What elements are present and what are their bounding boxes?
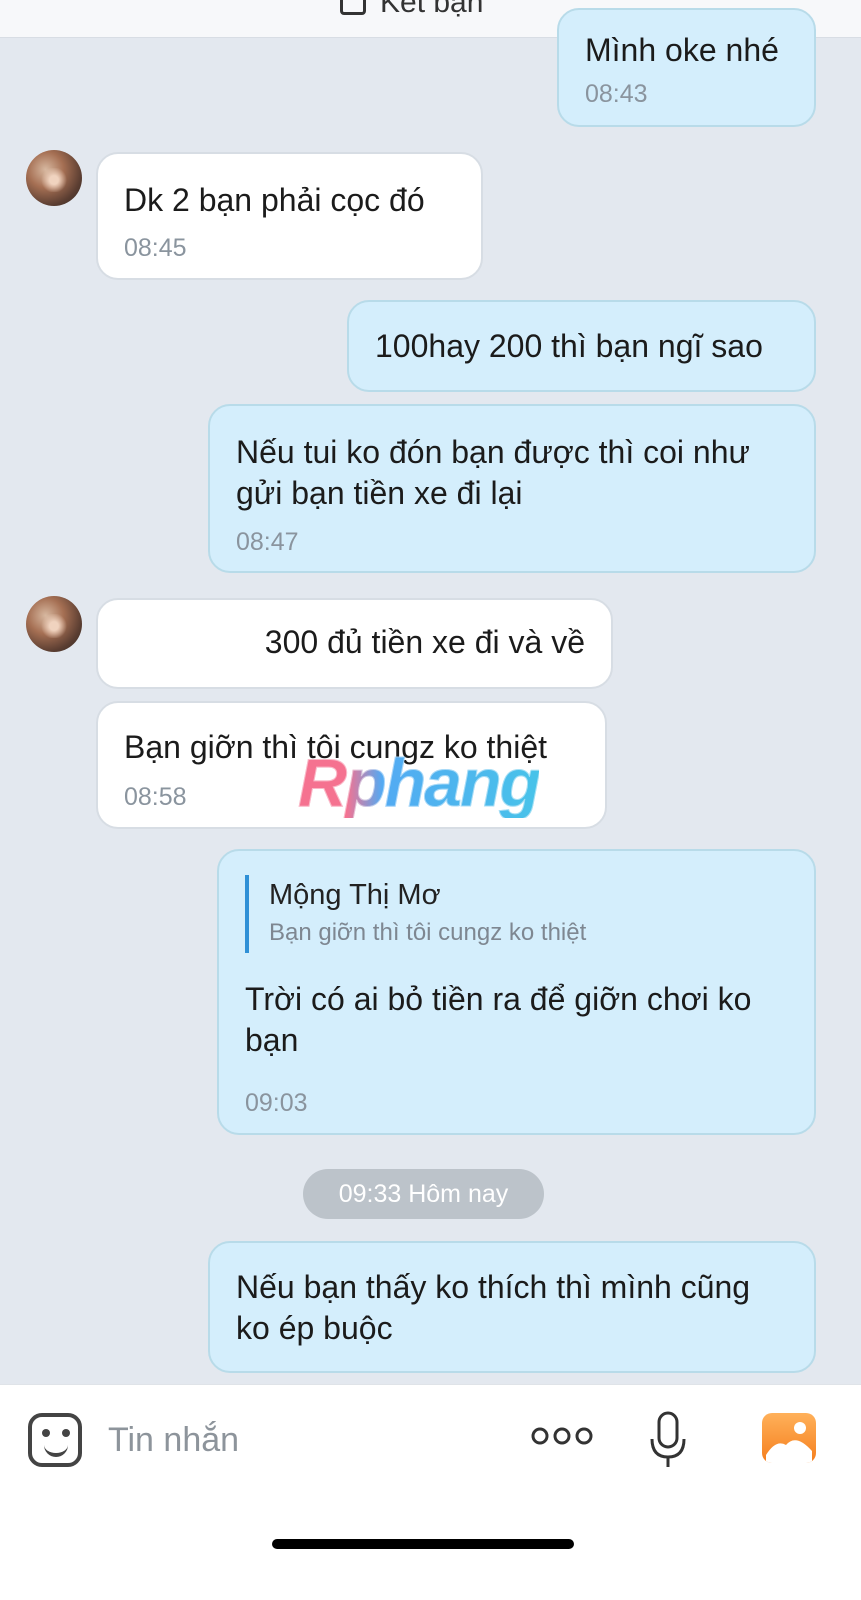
- message-composer: [0, 1384, 861, 1600]
- message-text-line: ko ép buộc: [236, 1310, 393, 1346]
- message-bubble-incoming[interactable]: 300 đủ tiền xe đi và về: [96, 598, 613, 689]
- message-text: Mình oke nhé: [585, 32, 779, 68]
- contact-avatar[interactable]: [26, 150, 82, 206]
- message-time: 08:45: [124, 234, 187, 262]
- message-text: Dk 2 bạn phải cọc đó: [124, 182, 425, 218]
- more-dots-icon[interactable]: [530, 1425, 594, 1447]
- microphone-icon[interactable]: [648, 1411, 688, 1471]
- message-bubble-outgoing[interactable]: Nếu bạn thấy ko thích thì mình cũng ko é…: [208, 1241, 816, 1373]
- message-text: 100hay 200 thì bạn ngĩ sao: [375, 328, 763, 364]
- quoted-sender-name: Mộng Thị Mơ: [269, 879, 441, 911]
- add-friend-button[interactable]: Kết bạn: [340, 0, 483, 20]
- quoted-message[interactable]: Mộng Thị Mơ Bạn giỡn thì tôi cungz ko th…: [245, 875, 785, 953]
- contact-avatar[interactable]: [26, 596, 82, 652]
- message-bubble-outgoing[interactable]: Nếu tui ko đón bạn được thì coi như gửi …: [208, 404, 816, 573]
- message-bubble-incoming[interactable]: Dk 2 bạn phải cọc đó 08:45: [96, 152, 483, 280]
- sticker-smile-icon[interactable]: [28, 1413, 82, 1467]
- message-text-line: gửi bạn tiền xe đi lại: [236, 475, 523, 511]
- home-indicator: [272, 1539, 574, 1549]
- message-bubble-reply[interactable]: Mộng Thị Mơ Bạn giỡn thì tôi cungz ko th…: [217, 849, 816, 1135]
- date-separator: 09:33 Hôm nay: [303, 1169, 544, 1219]
- message-text: 300 đủ tiền xe đi và về: [264, 624, 585, 660]
- message-time: 08:43: [585, 80, 648, 108]
- message-text: Bạn giỡn thì tôi cungz ko thiệt: [124, 729, 548, 765]
- message-text-line: Nếu tui ko đón bạn được thì coi như: [236, 434, 750, 470]
- message-text-line: Trời có ai bỏ tiền ra để giỡn chơi ko: [245, 981, 752, 1017]
- message-text-line: Nếu bạn thấy ko thích thì mình cũng: [236, 1269, 751, 1305]
- message-text-line: bạn: [245, 1022, 299, 1058]
- quoted-snippet: Bạn giỡn thì tôi cungz ko thiệt: [269, 919, 587, 946]
- message-bubble-incoming[interactable]: Bạn giỡn thì tôi cungz ko thiệt 08:58: [96, 701, 607, 829]
- add-friend-label: Kết bạn: [380, 0, 484, 19]
- message-time: 08:58: [124, 783, 187, 811]
- add-friend-icon: [340, 0, 366, 16]
- message-time: 08:47: [236, 528, 299, 556]
- photo-gallery-icon[interactable]: [762, 1413, 816, 1463]
- message-time: 09:03: [245, 1089, 308, 1117]
- message-input[interactable]: [108, 1417, 488, 1463]
- message-bubble-outgoing[interactable]: Mình oke nhé 08:43: [557, 8, 816, 127]
- message-bubble-outgoing[interactable]: 100hay 200 thì bạn ngĩ sao: [347, 300, 816, 392]
